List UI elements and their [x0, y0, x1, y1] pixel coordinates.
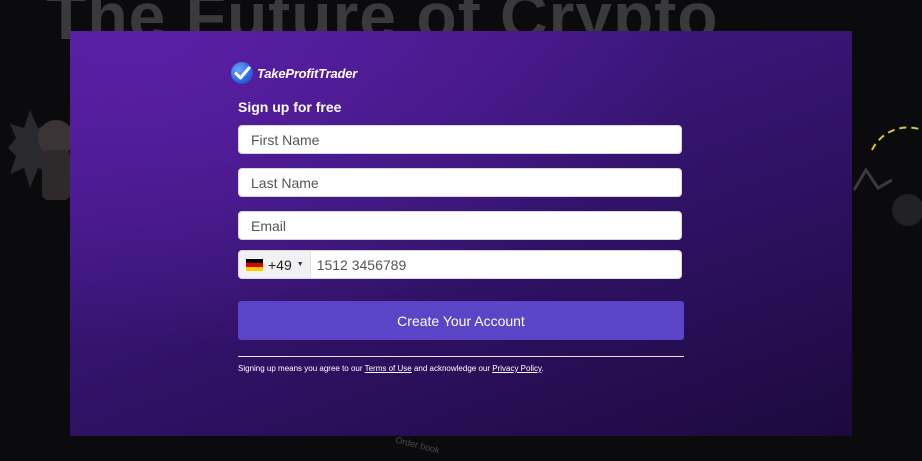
legal-notice: Signing up means you agree to our Terms … [238, 364, 544, 373]
last-name-input[interactable] [249, 173, 671, 192]
checkmark-icon [231, 62, 253, 84]
email-field-wrapper [238, 211, 682, 240]
email-input[interactable] [249, 216, 671, 235]
form-heading: Sign up for free [238, 99, 342, 115]
background-illustration-left [8, 110, 72, 200]
legal-middle: and acknowledge our [411, 364, 493, 373]
phone-input[interactable] [310, 255, 681, 274]
create-account-button[interactable]: Create Your Account [238, 301, 684, 340]
brand-logo: TakeProfitTrader [231, 61, 357, 85]
background-fragment-text: Order book [394, 434, 441, 456]
legal-suffix: . [541, 364, 544, 373]
last-name-field-wrapper [238, 168, 682, 197]
first-name-field-wrapper [238, 125, 682, 154]
germany-flag-icon [246, 258, 263, 271]
signup-modal: TakeProfitTrader Sign up for free +49 ▼ … [70, 31, 852, 436]
brand-name: TakeProfitTrader [257, 65, 358, 81]
phone-field-wrapper: +49 ▼ [238, 250, 682, 279]
privacy-policy-link[interactable]: Privacy Policy [492, 364, 541, 373]
first-name-input[interactable] [249, 130, 671, 149]
dial-code: +49 [268, 256, 292, 273]
legal-prefix: Signing up means you agree to our [238, 364, 365, 373]
divider [238, 356, 684, 357]
chevron-down-icon: ▼ [296, 261, 304, 268]
background-illustration-right [852, 126, 922, 226]
terms-of-use-link[interactable]: Terms of Use [365, 364, 412, 373]
country-code-selector[interactable]: +49 ▼ [239, 251, 311, 278]
